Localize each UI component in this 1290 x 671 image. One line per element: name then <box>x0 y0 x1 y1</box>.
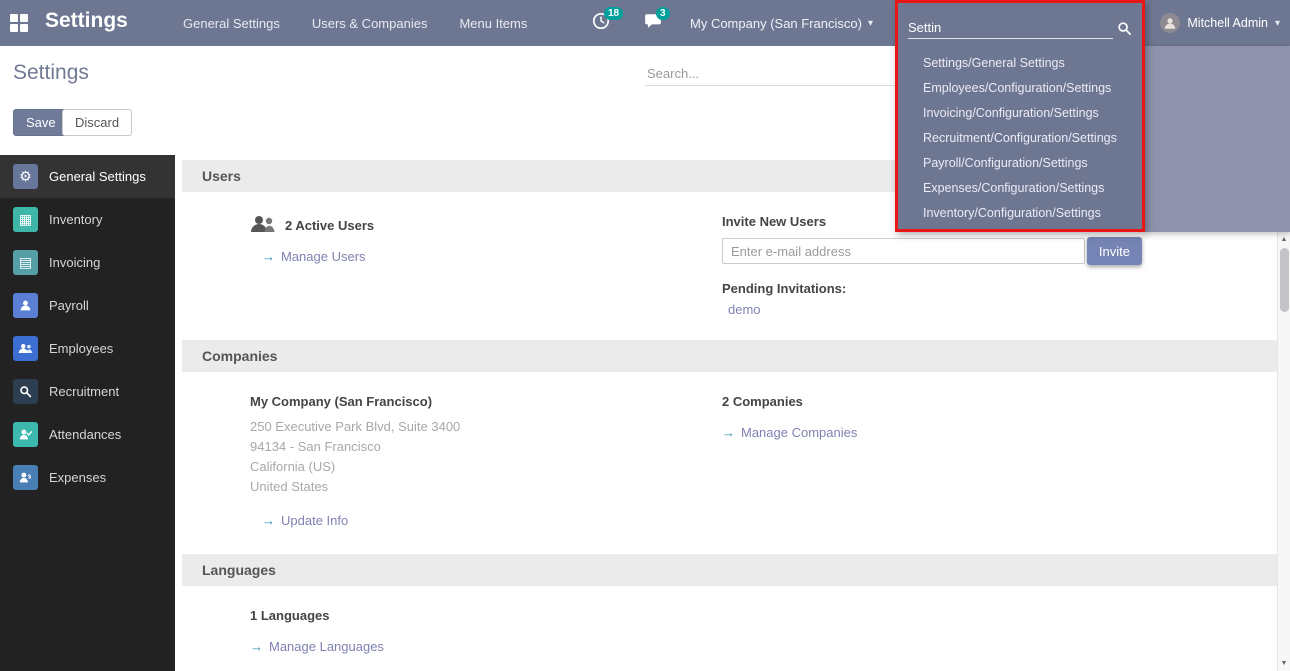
arrow-right-icon: → <box>250 639 263 654</box>
search-result-item[interactable]: Payroll/Configuration/Settings <box>898 151 1142 176</box>
apps-menu-button[interactable] <box>10 14 28 32</box>
gear-icon: ⚙ <box>13 164 38 189</box>
apps-grid-icon <box>10 14 18 22</box>
languages-count: 1 Languages <box>250 608 722 623</box>
save-button[interactable]: Save <box>13 109 69 136</box>
languages-section-header: Languages <box>182 554 1277 586</box>
arrow-right-icon: → <box>722 425 735 440</box>
navbar-menu: General Settings Users & Companies Menu … <box>183 0 527 46</box>
sidebar-item-recruitment[interactable]: Recruitment <box>0 370 175 413</box>
company-address: 250 Executive Park Blvd, Suite 3400 9413… <box>250 417 722 497</box>
invoice-icon: ▤ <box>13 250 38 275</box>
pending-invite-demo-link[interactable]: demo <box>728 302 761 317</box>
discard-button[interactable]: Discard <box>62 109 132 136</box>
search-result-item[interactable]: Settings/General Settings <box>898 51 1142 76</box>
sidebar-item-expenses[interactable]: $ Expenses <box>0 456 175 499</box>
companies-count: 2 Companies <box>722 394 1142 409</box>
company-address-line: United States <box>250 477 722 497</box>
search-result-item[interactable]: Recruitment/Configuration/Settings <box>898 126 1142 151</box>
company-name: My Company (San Francisco) <box>250 394 722 409</box>
attendance-icon <box>13 422 38 447</box>
company-address-line: California (US) <box>250 457 722 477</box>
pending-invitations-label: Pending Invitations: <box>722 281 1142 296</box>
settings-content: Users 2 Active Users → Manage Users Invi… <box>175 155 1277 671</box>
menu-search-results: Settings/General Settings Employees/Conf… <box>898 43 1142 229</box>
arrow-right-icon: → <box>262 249 275 264</box>
settings-sidebar: ⚙ General Settings ▦ Inventory ▤ Invoici… <box>0 155 175 671</box>
odoo-settings-screen: Settings General Settings Users & Compan… <box>0 0 1290 671</box>
scroll-down-button[interactable]: ▼ <box>1278 657 1290 670</box>
sidebar-item-attendances[interactable]: Attendances <box>0 413 175 456</box>
manage-users-link[interactable]: → Manage Users <box>262 249 366 264</box>
clock-icon <box>592 18 610 33</box>
svg-text:$: $ <box>28 474 32 480</box>
manage-companies-link[interactable]: → Manage Companies <box>722 425 857 440</box>
user-menu-button[interactable]: Mitchell Admin ▾ <box>1160 0 1280 46</box>
arrow-right-icon: → <box>262 513 275 528</box>
sidebar-item-employees[interactable]: Employees <box>0 327 175 370</box>
languages-section-body: 1 Languages → Manage Languages <box>175 586 1277 654</box>
menu-item-general-settings[interactable]: General Settings <box>183 16 280 31</box>
search-result-item[interactable]: Employees/Configuration/Settings <box>898 76 1142 101</box>
scrollbar-track[interactable]: ▲ ▼ <box>1277 232 1290 671</box>
page-title: Settings <box>13 61 89 85</box>
active-users-count: 2 Active Users <box>285 218 374 233</box>
company-switcher-button[interactable]: My Company (San Francisco) ▾ <box>690 0 873 46</box>
recruitment-icon <box>13 379 38 404</box>
sidebar-item-payroll[interactable]: Payroll <box>0 284 175 327</box>
scroll-up-button[interactable]: ▲ <box>1278 233 1290 246</box>
menu-item-users-companies[interactable]: Users & Companies <box>312 16 428 31</box>
sidebar-item-general-settings[interactable]: ⚙ General Settings <box>0 155 175 198</box>
invite-email-input[interactable] <box>722 238 1085 264</box>
scrollbar-thumb[interactable] <box>1280 248 1289 312</box>
messages-badge: 3 <box>656 7 670 20</box>
chevron-down-icon: ▾ <box>1275 18 1280 29</box>
chevron-down-icon: ▾ <box>868 18 873 29</box>
company-address-line: 250 Executive Park Blvd, Suite 3400 <box>250 417 722 437</box>
chat-bubble-icon <box>644 18 662 33</box>
manage-languages-link[interactable]: → Manage Languages <box>250 639 384 654</box>
payroll-icon <box>13 293 38 318</box>
avatar <box>1160 13 1180 33</box>
users-group-icon <box>250 214 276 237</box>
activities-badge: 18 <box>604 7 623 20</box>
company-name-label: My Company (San Francisco) <box>690 16 862 31</box>
search-result-item[interactable]: Invoicing/Configuration/Settings <box>898 101 1142 126</box>
messages-button[interactable]: 3 <box>644 12 668 34</box>
inventory-icon: ▦ <box>13 207 38 232</box>
menu-search-input[interactable] <box>908 17 1113 39</box>
activities-button[interactable]: 18 <box>592 12 616 34</box>
company-address-line: 94134 - San Francisco <box>250 437 722 457</box>
navbar-app-title[interactable]: Settings <box>45 9 128 33</box>
update-info-link[interactable]: → Update Info <box>262 513 348 528</box>
expenses-icon: $ <box>13 465 38 490</box>
menu-search-input-row <box>898 3 1142 43</box>
menu-item-menu-items[interactable]: Menu Items <box>459 16 527 31</box>
companies-section-header: Companies <box>182 340 1277 372</box>
sidebar-item-invoicing[interactable]: ▤ Invoicing <box>0 241 175 284</box>
search-icon <box>1117 21 1132 39</box>
invite-button[interactable]: Invite <box>1087 237 1142 265</box>
menu-search-dropdown: Settings/General Settings Employees/Conf… <box>895 0 1145 232</box>
search-result-item[interactable]: Expenses/Configuration/Settings <box>898 176 1142 201</box>
search-result-item[interactable]: Inventory/Configuration/Settings <box>898 201 1142 226</box>
user-name-label: Mitchell Admin <box>1187 16 1268 30</box>
sidebar-item-inventory[interactable]: ▦ Inventory <box>0 198 175 241</box>
companies-section-body: My Company (San Francisco) 250 Executive… <box>175 372 1277 554</box>
employees-icon <box>13 336 38 361</box>
user-menu-panel <box>1145 46 1290 232</box>
